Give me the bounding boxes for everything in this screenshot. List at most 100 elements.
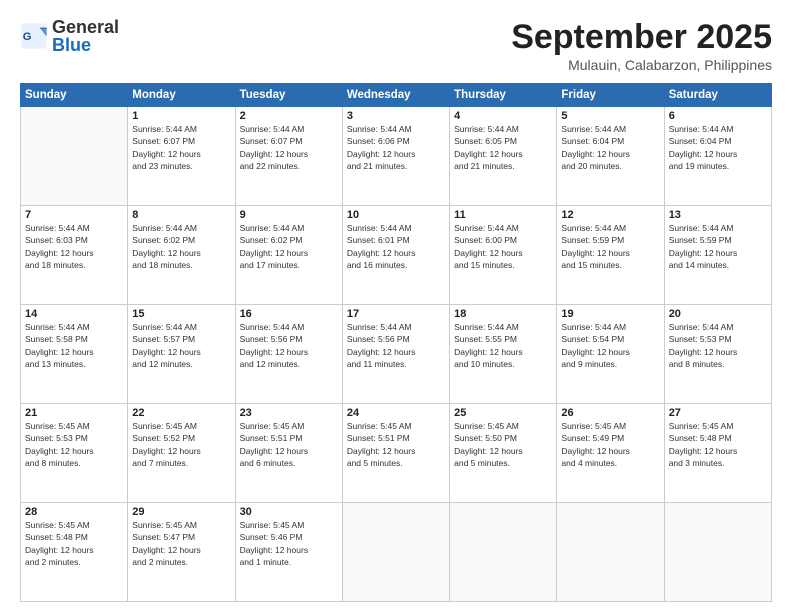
- day-number: 7: [25, 209, 123, 221]
- day-info: Sunrise: 5:45 AMSunset: 5:48 PMDaylight:…: [669, 420, 767, 469]
- calendar-row: 21 Sunrise: 5:45 AMSunset: 5:53 PMDaylig…: [21, 404, 772, 503]
- day-number: 21: [25, 407, 123, 419]
- day-cell: 13 Sunrise: 5:44 AMSunset: 5:59 PMDaylig…: [664, 206, 771, 305]
- header-monday: Monday: [128, 84, 235, 107]
- day-number: 9: [240, 209, 338, 221]
- day-number: 3: [347, 110, 445, 122]
- day-info: Sunrise: 5:44 AMSunset: 6:02 PMDaylight:…: [132, 222, 230, 271]
- day-cell: 9 Sunrise: 5:44 AMSunset: 6:02 PMDayligh…: [235, 206, 342, 305]
- day-info: Sunrise: 5:44 AMSunset: 5:58 PMDaylight:…: [25, 321, 123, 370]
- day-cell: 15 Sunrise: 5:44 AMSunset: 5:57 PMDaylig…: [128, 305, 235, 404]
- day-number: 2: [240, 110, 338, 122]
- day-number: 30: [240, 506, 338, 518]
- day-number: 10: [347, 209, 445, 221]
- day-cell: 6 Sunrise: 5:44 AMSunset: 6:04 PMDayligh…: [664, 107, 771, 206]
- header-saturday: Saturday: [664, 84, 771, 107]
- day-cell: 4 Sunrise: 5:44 AMSunset: 6:05 PMDayligh…: [450, 107, 557, 206]
- weekday-header-row: Sunday Monday Tuesday Wednesday Thursday…: [21, 84, 772, 107]
- day-cell: 1 Sunrise: 5:44 AMSunset: 6:07 PMDayligh…: [128, 107, 235, 206]
- day-number: 14: [25, 308, 123, 320]
- day-number: 19: [561, 308, 659, 320]
- day-number: 26: [561, 407, 659, 419]
- day-number: 15: [132, 308, 230, 320]
- day-info: Sunrise: 5:44 AMSunset: 6:03 PMDaylight:…: [25, 222, 123, 271]
- header-tuesday: Tuesday: [235, 84, 342, 107]
- day-cell: 17 Sunrise: 5:44 AMSunset: 5:56 PMDaylig…: [342, 305, 449, 404]
- day-info: Sunrise: 5:44 AMSunset: 6:04 PMDaylight:…: [561, 123, 659, 172]
- day-number: 13: [669, 209, 767, 221]
- header-wednesday: Wednesday: [342, 84, 449, 107]
- day-number: 29: [132, 506, 230, 518]
- empty-cell: [342, 503, 449, 602]
- logo: G General Blue: [20, 18, 119, 54]
- day-info: Sunrise: 5:44 AMSunset: 5:59 PMDaylight:…: [669, 222, 767, 271]
- day-cell: 5 Sunrise: 5:44 AMSunset: 6:04 PMDayligh…: [557, 107, 664, 206]
- svg-text:G: G: [23, 31, 32, 43]
- day-info: Sunrise: 5:45 AMSunset: 5:50 PMDaylight:…: [454, 420, 552, 469]
- day-info: Sunrise: 5:44 AMSunset: 5:56 PMDaylight:…: [347, 321, 445, 370]
- day-number: 20: [669, 308, 767, 320]
- day-cell: 16 Sunrise: 5:44 AMSunset: 5:56 PMDaylig…: [235, 305, 342, 404]
- location: Mulauin, Calabarzon, Philippines: [511, 57, 772, 73]
- day-cell: 21 Sunrise: 5:45 AMSunset: 5:53 PMDaylig…: [21, 404, 128, 503]
- header: G General Blue September 2025 Mulauin, C…: [20, 18, 772, 73]
- day-info: Sunrise: 5:44 AMSunset: 5:59 PMDaylight:…: [561, 222, 659, 271]
- day-info: Sunrise: 5:44 AMSunset: 5:56 PMDaylight:…: [240, 321, 338, 370]
- day-number: 28: [25, 506, 123, 518]
- day-info: Sunrise: 5:44 AMSunset: 6:05 PMDaylight:…: [454, 123, 552, 172]
- day-cell: 27 Sunrise: 5:45 AMSunset: 5:48 PMDaylig…: [664, 404, 771, 503]
- empty-cell: [450, 503, 557, 602]
- day-info: Sunrise: 5:45 AMSunset: 5:53 PMDaylight:…: [25, 420, 123, 469]
- calendar-row: 1 Sunrise: 5:44 AMSunset: 6:07 PMDayligh…: [21, 107, 772, 206]
- day-info: Sunrise: 5:44 AMSunset: 6:04 PMDaylight:…: [669, 123, 767, 172]
- empty-cell: [557, 503, 664, 602]
- day-number: 25: [454, 407, 552, 419]
- day-info: Sunrise: 5:45 AMSunset: 5:51 PMDaylight:…: [240, 420, 338, 469]
- day-info: Sunrise: 5:44 AMSunset: 5:55 PMDaylight:…: [454, 321, 552, 370]
- day-info: Sunrise: 5:44 AMSunset: 6:06 PMDaylight:…: [347, 123, 445, 172]
- day-info: Sunrise: 5:44 AMSunset: 6:07 PMDaylight:…: [240, 123, 338, 172]
- calendar-row: 7 Sunrise: 5:44 AMSunset: 6:03 PMDayligh…: [21, 206, 772, 305]
- day-cell: 7 Sunrise: 5:44 AMSunset: 6:03 PMDayligh…: [21, 206, 128, 305]
- day-number: 8: [132, 209, 230, 221]
- day-info: Sunrise: 5:44 AMSunset: 6:07 PMDaylight:…: [132, 123, 230, 172]
- header-thursday: Thursday: [450, 84, 557, 107]
- day-number: 1: [132, 110, 230, 122]
- day-number: 24: [347, 407, 445, 419]
- day-info: Sunrise: 5:45 AMSunset: 5:47 PMDaylight:…: [132, 519, 230, 568]
- logo-text: General Blue: [52, 18, 119, 54]
- day-number: 4: [454, 110, 552, 122]
- empty-cell: [664, 503, 771, 602]
- day-info: Sunrise: 5:45 AMSunset: 5:48 PMDaylight:…: [25, 519, 123, 568]
- day-info: Sunrise: 5:44 AMSunset: 6:02 PMDaylight:…: [240, 222, 338, 271]
- day-cell: 29 Sunrise: 5:45 AMSunset: 5:47 PMDaylig…: [128, 503, 235, 602]
- day-number: 11: [454, 209, 552, 221]
- day-number: 23: [240, 407, 338, 419]
- day-cell: 30 Sunrise: 5:45 AMSunset: 5:46 PMDaylig…: [235, 503, 342, 602]
- day-info: Sunrise: 5:44 AMSunset: 5:53 PMDaylight:…: [669, 321, 767, 370]
- empty-cell: [21, 107, 128, 206]
- logo-blue: Blue: [52, 36, 119, 54]
- day-cell: 10 Sunrise: 5:44 AMSunset: 6:01 PMDaylig…: [342, 206, 449, 305]
- day-cell: 22 Sunrise: 5:45 AMSunset: 5:52 PMDaylig…: [128, 404, 235, 503]
- day-cell: 11 Sunrise: 5:44 AMSunset: 6:00 PMDaylig…: [450, 206, 557, 305]
- logo-icon: G: [20, 22, 48, 50]
- day-info: Sunrise: 5:44 AMSunset: 6:01 PMDaylight:…: [347, 222, 445, 271]
- calendar-row: 14 Sunrise: 5:44 AMSunset: 5:58 PMDaylig…: [21, 305, 772, 404]
- day-cell: 12 Sunrise: 5:44 AMSunset: 5:59 PMDaylig…: [557, 206, 664, 305]
- day-number: 22: [132, 407, 230, 419]
- logo-general: General: [52, 18, 119, 36]
- day-info: Sunrise: 5:45 AMSunset: 5:49 PMDaylight:…: [561, 420, 659, 469]
- day-info: Sunrise: 5:44 AMSunset: 5:54 PMDaylight:…: [561, 321, 659, 370]
- header-sunday: Sunday: [21, 84, 128, 107]
- day-cell: 25 Sunrise: 5:45 AMSunset: 5:50 PMDaylig…: [450, 404, 557, 503]
- day-info: Sunrise: 5:45 AMSunset: 5:46 PMDaylight:…: [240, 519, 338, 568]
- day-cell: 26 Sunrise: 5:45 AMSunset: 5:49 PMDaylig…: [557, 404, 664, 503]
- page: G General Blue September 2025 Mulauin, C…: [0, 0, 792, 612]
- day-cell: 20 Sunrise: 5:44 AMSunset: 5:53 PMDaylig…: [664, 305, 771, 404]
- day-cell: 14 Sunrise: 5:44 AMSunset: 5:58 PMDaylig…: [21, 305, 128, 404]
- month-title: September 2025: [511, 18, 772, 57]
- day-number: 16: [240, 308, 338, 320]
- day-info: Sunrise: 5:45 AMSunset: 5:51 PMDaylight:…: [347, 420, 445, 469]
- calendar-row: 28 Sunrise: 5:45 AMSunset: 5:48 PMDaylig…: [21, 503, 772, 602]
